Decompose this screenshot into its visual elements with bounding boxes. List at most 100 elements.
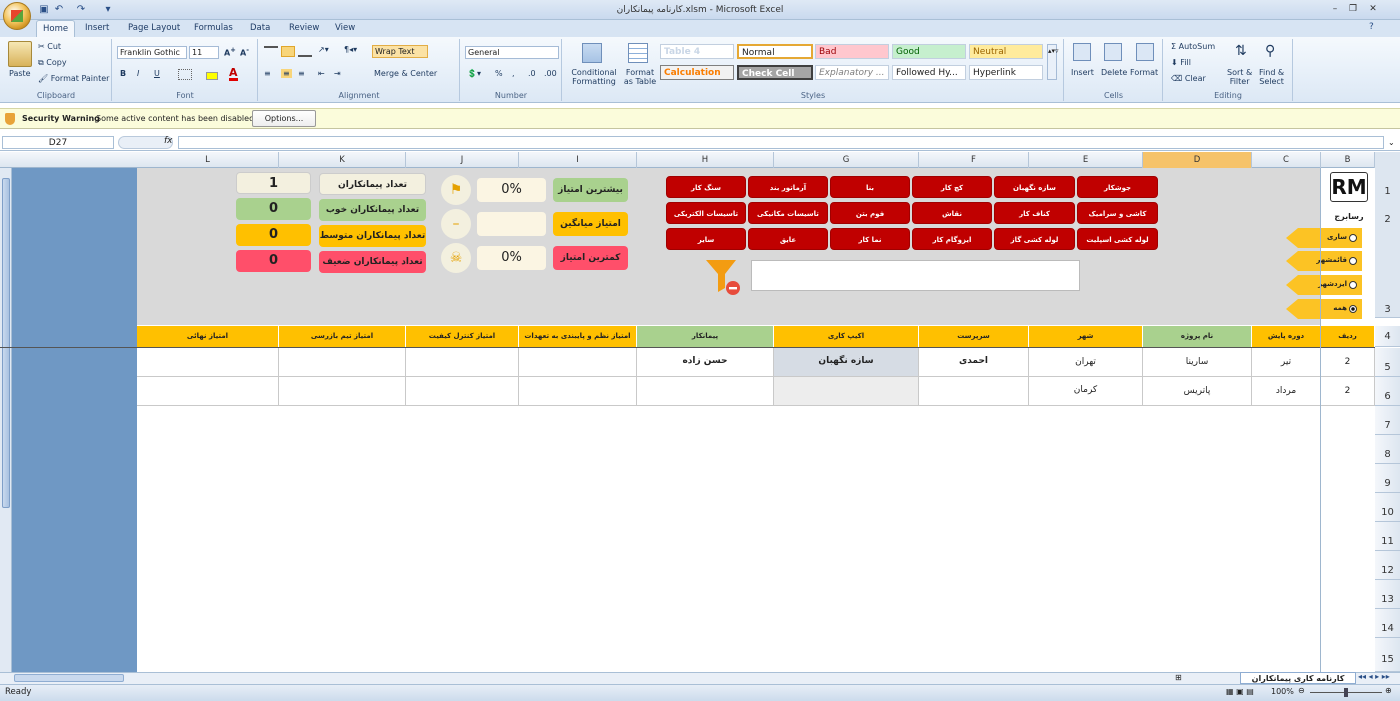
bold-icon[interactable]: B [120, 69, 126, 78]
cell-team[interactable]: سازه نگهبان [774, 348, 919, 377]
trade-button-mechanical[interactable]: تاسیسات مکانیکی [748, 202, 828, 224]
trade-button-electrical[interactable]: تاسیسات الکتریکی [666, 202, 746, 224]
cell-team[interactable] [774, 377, 919, 406]
find-select-button[interactable]: Find & Select [1259, 68, 1284, 86]
row-header-2[interactable]: 2 [1375, 214, 1400, 230]
insert-sheet-icon[interactable]: ⊞ [1175, 673, 1182, 682]
trade-button-foam-concrete[interactable]: فوم بتن [830, 202, 910, 224]
trade-button-welder[interactable]: جوشکار [1077, 176, 1158, 198]
bottom-align-icon[interactable] [298, 46, 312, 57]
tab-home[interactable]: Home [36, 20, 76, 37]
conditional-formatting-icon[interactable] [582, 43, 602, 63]
merge-center-button[interactable]: Merge & Center [374, 69, 437, 78]
style-followed-hyperlink[interactable]: Followed Hy... [892, 65, 966, 80]
styles-scroll-icon[interactable]: ▴▾▿ [1047, 44, 1059, 80]
row-header-12[interactable]: 12 [1375, 551, 1400, 580]
help-icon[interactable]: ? [1369, 22, 1374, 32]
table-cell[interactable] [406, 377, 519, 406]
table-cell[interactable] [137, 377, 279, 406]
number-format-select[interactable]: General [465, 46, 559, 59]
format-icon[interactable] [1136, 43, 1154, 61]
orientation-icon[interactable]: ↗▾ [318, 45, 329, 54]
cell-project[interactable]: پاتریس [1143, 377, 1252, 406]
style-explanatory[interactable]: Explanatory ... [815, 65, 889, 80]
binoculars-icon[interactable]: ⚲ [1265, 43, 1275, 59]
cell-city[interactable]: تهران [1029, 348, 1143, 377]
table-cell[interactable] [519, 348, 637, 377]
comma-icon[interactable]: , [512, 69, 515, 78]
col-header-j[interactable]: J [406, 152, 519, 168]
expand-formula-icon[interactable]: ⌄ [1388, 136, 1398, 149]
options-button[interactable]: Options... [252, 110, 316, 127]
format-as-table-button[interactable]: Format as Table [620, 68, 660, 86]
trade-button-facade[interactable]: نما کار [830, 228, 910, 250]
col-header-i[interactable]: I [519, 152, 637, 168]
trade-button-rebar[interactable]: آرماتور بند [748, 176, 828, 198]
office-button[interactable] [3, 2, 31, 30]
cell-period[interactable]: تیر [1252, 348, 1321, 377]
redo-icon[interactable]: ↷ [75, 4, 87, 16]
tab-review[interactable]: Review [283, 20, 325, 37]
fx-icon[interactable]: fx [164, 136, 173, 146]
style-hyperlink[interactable]: Hyperlink [969, 65, 1043, 80]
col-header-g[interactable]: G [774, 152, 919, 168]
zoom-slider-thumb[interactable] [1344, 688, 1348, 697]
row-header-10[interactable]: 10 [1375, 493, 1400, 522]
scrollbar-thumb[interactable] [2, 178, 10, 508]
underline-icon[interactable]: U [154, 69, 160, 78]
undo-icon[interactable]: ↶ [53, 4, 65, 16]
cell-supervisor[interactable] [919, 377, 1029, 406]
radio-ghaemshahr[interactable] [1349, 257, 1357, 265]
italic-icon[interactable]: I [137, 69, 139, 78]
cell-city[interactable]: کرمان [1029, 377, 1143, 406]
format-table-icon[interactable] [628, 43, 648, 63]
delete-icon[interactable] [1104, 43, 1122, 61]
cell-supervisor[interactable]: احمدی [919, 348, 1029, 377]
tab-insert[interactable]: Insert [79, 20, 115, 37]
row-header-5[interactable]: 5 [1375, 348, 1400, 377]
col-header-b[interactable]: B [1321, 152, 1375, 168]
currency-icon[interactable]: 💲▾ [467, 69, 481, 78]
row-header-4[interactable]: 4 [1375, 326, 1400, 347]
increase-indent-icon[interactable]: ⇥ [334, 69, 341, 78]
col-header-f[interactable]: F [919, 152, 1029, 168]
select-all-corner[interactable] [1375, 152, 1400, 168]
row-header-1[interactable]: 1 [1375, 186, 1400, 202]
align-right-icon[interactable]: ≡ [298, 69, 305, 78]
zoom-in-icon[interactable]: ⊕ [1385, 686, 1392, 695]
format-painter-button[interactable]: 🖌 Format Painter [38, 74, 109, 83]
formula-input[interactable] [178, 136, 1384, 149]
trade-button-split-piping[interactable]: لوله کشی اسپلیت [1077, 228, 1158, 250]
style-neutral[interactable]: Neutral [969, 44, 1043, 59]
shrink-font-icon[interactable]: A- [240, 46, 249, 58]
col-header-k[interactable]: K [279, 152, 406, 168]
sort-filter-button[interactable]: Sort & Filter [1227, 68, 1252, 86]
cell-contractor[interactable]: حسن زاده [637, 348, 774, 377]
table-cell[interactable] [137, 348, 279, 377]
row-header-6[interactable]: 6 [1375, 377, 1400, 406]
percent-icon[interactable]: % [495, 69, 503, 78]
row-header-15[interactable]: 15 [1375, 638, 1400, 672]
trade-button-tile[interactable]: کاشی و سرامیک [1077, 202, 1158, 224]
trade-button-gas-piping[interactable]: لوله کشی گاز [994, 228, 1075, 250]
middle-align-icon[interactable] [281, 46, 295, 57]
trade-button-stone[interactable]: سنگ کار [666, 176, 746, 198]
tab-view[interactable]: View [329, 20, 361, 37]
copy-button[interactable]: ⧉ Copy [38, 58, 67, 68]
table-cell[interactable] [279, 377, 406, 406]
wrap-text-button[interactable]: Wrap Text [372, 45, 428, 58]
row-header-13[interactable]: 13 [1375, 580, 1400, 609]
sort-filter-icon[interactable]: ⇅ [1235, 43, 1247, 59]
minimize-icon[interactable]: – [1328, 2, 1342, 16]
style-table4[interactable]: Table 4 [660, 44, 734, 59]
delete-button[interactable]: Delete [1101, 68, 1127, 77]
style-normal[interactable]: Normal [737, 44, 813, 59]
trade-button-other[interactable]: سایر [666, 228, 746, 250]
clear-button[interactable]: ⌫ Clear [1171, 74, 1206, 83]
paste-icon[interactable] [8, 41, 32, 67]
zoom-level[interactable]: 100% [1271, 687, 1294, 696]
save-icon[interactable]: ▣ [38, 4, 50, 16]
trade-button-plaster[interactable]: کچ کار [912, 176, 992, 198]
format-button[interactable]: Format [1130, 68, 1158, 77]
row-header-11[interactable]: 11 [1375, 522, 1400, 551]
